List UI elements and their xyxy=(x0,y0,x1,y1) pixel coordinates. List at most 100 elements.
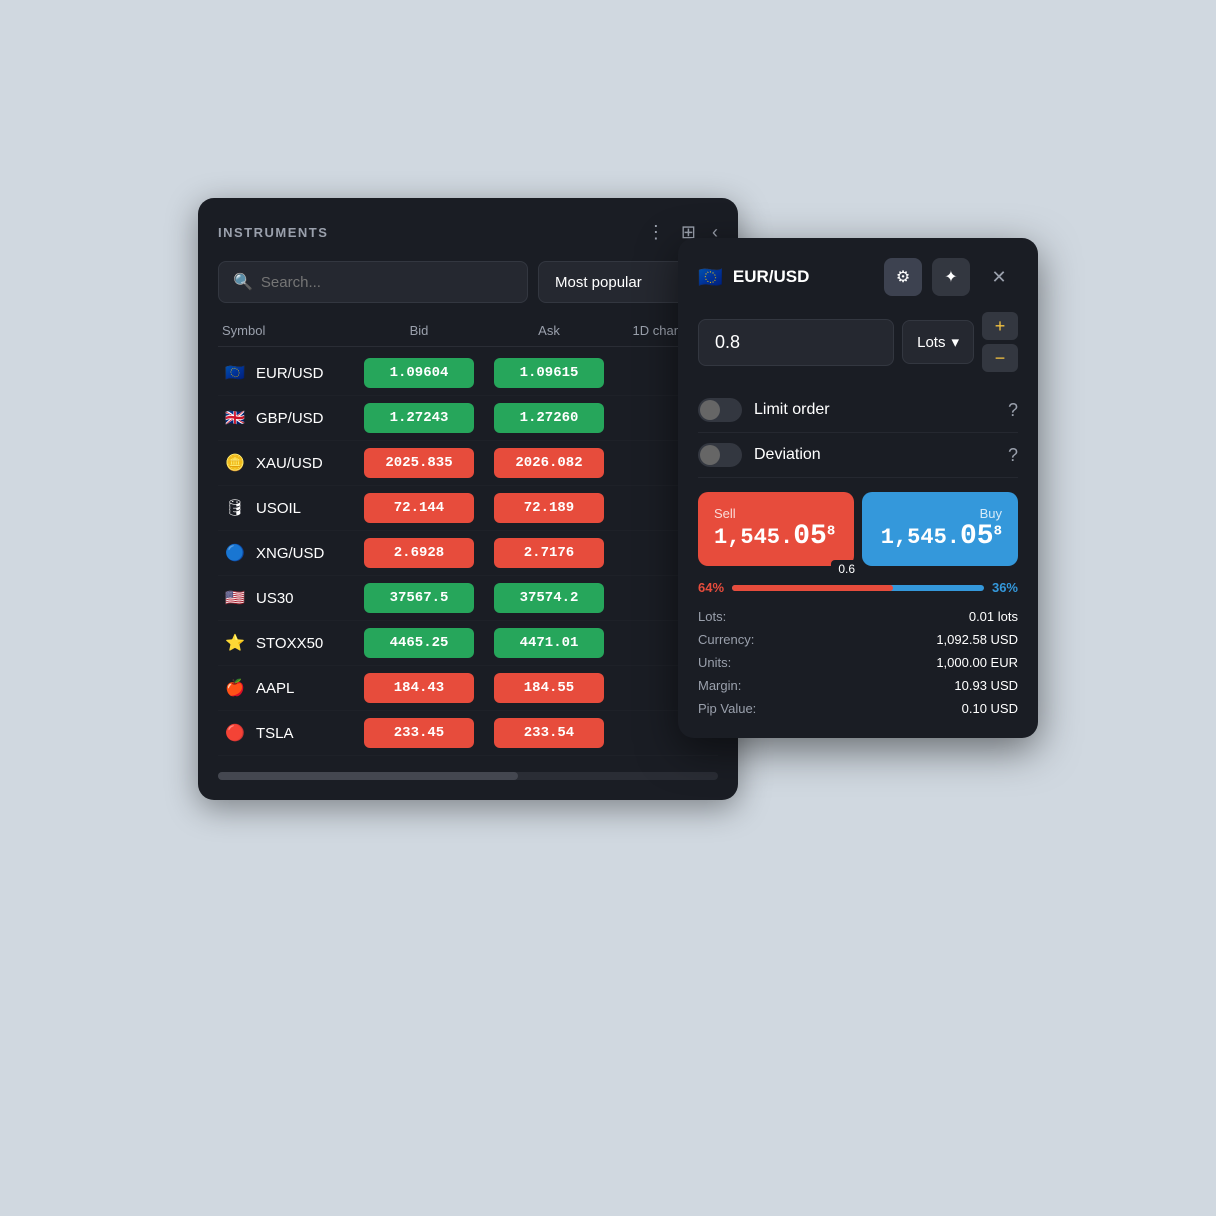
scrollbar-area[interactable] xyxy=(218,772,718,780)
bid-badge: 184.43 xyxy=(364,673,474,703)
instrument-row[interactable]: 🇬🇧 GBP/USD 1.27243 1.27260 xyxy=(218,396,718,441)
flag-icon: 🇬🇧 xyxy=(222,405,248,431)
spread-bar-inner xyxy=(732,585,893,591)
filter-btn[interactable]: ⚙ xyxy=(884,258,922,296)
bid-cell: 72.144 xyxy=(354,493,484,523)
flag-icon: 🇺🇸 xyxy=(222,585,248,611)
instruments-panel: INSTRUMENTS ⋮ ⊞ ‹ 🔍 Most popular ▾ Symbo… xyxy=(198,198,738,800)
bid-cell: 233.45 xyxy=(354,718,484,748)
flag-icon: 🔵 xyxy=(222,540,248,566)
instrument-name: 🔵 XNG/USD xyxy=(222,540,354,566)
flag-icon: 🪙 xyxy=(222,450,248,476)
limit-order-row: Limit order ? xyxy=(698,388,1018,433)
ask-badge: 72.189 xyxy=(494,493,604,523)
spread-sell-pct: 64% xyxy=(698,580,724,595)
price-tooltip: 0.6 xyxy=(831,560,862,578)
instrument-row[interactable]: ⭐ STOXX50 4465.25 4471.01 xyxy=(218,621,718,666)
lots-selector[interactable]: Lots ▾ xyxy=(902,320,974,364)
close-icon: ✕ xyxy=(991,267,1006,288)
ask-cell: 37574.2 xyxy=(484,583,614,613)
bid-cell: 2025.835 xyxy=(354,448,484,478)
pip-info-value: 0.10 USD xyxy=(858,699,1018,718)
flag-icon: 🍎 xyxy=(222,675,248,701)
minus-btn[interactable]: − xyxy=(982,344,1018,372)
ask-badge: 4471.01 xyxy=(494,628,604,658)
ask-badge: 1.09615 xyxy=(494,358,604,388)
flag-icon: ⭐ xyxy=(222,630,248,656)
ask-cell: 2.7176 xyxy=(484,538,614,568)
margin-info-value: 10.93 USD xyxy=(858,676,1018,695)
bid-badge: 37567.5 xyxy=(364,583,474,613)
ask-cell: 72.189 xyxy=(484,493,614,523)
search-input[interactable] xyxy=(261,274,513,291)
ask-cell: 1.09615 xyxy=(484,358,614,388)
amount-input[interactable]: 0.8 xyxy=(698,319,894,366)
bid-cell: 4465.25 xyxy=(354,628,484,658)
search-filter-row: 🔍 Most popular ▾ xyxy=(218,261,718,303)
deviation-toggle[interactable] xyxy=(698,443,742,467)
close-btn[interactable]: ✕ xyxy=(980,258,1018,296)
instrument-row[interactable]: 🇪🇺 EUR/USD 1.09604 1.09615 xyxy=(218,351,718,396)
instrument-symbol: US30 xyxy=(256,590,294,607)
col-bid: Bid xyxy=(354,323,484,338)
instrument-name: 🔴 TSLA xyxy=(222,720,354,746)
filter-icon: ⚙ xyxy=(896,267,910,287)
ask-badge: 1.27260 xyxy=(494,403,604,433)
bid-badge: 1.09604 xyxy=(364,358,474,388)
trade-instrument-name: EUR/USD xyxy=(733,267,874,287)
instrument-symbol: AAPL xyxy=(256,680,294,697)
sparkle-icon: ✦ xyxy=(944,267,957,287)
spread-bar-row: 64% 36% xyxy=(698,580,1018,595)
table-header: Symbol Bid Ask 1D change xyxy=(218,323,718,347)
ask-badge: 2026.082 xyxy=(494,448,604,478)
search-box[interactable]: 🔍 xyxy=(218,261,528,303)
instrument-row[interactable]: 🇺🇸 US30 37567.5 37574.2 xyxy=(218,576,718,621)
ask-cell: 4471.01 xyxy=(484,628,614,658)
instrument-row[interactable]: 🔴 TSLA 233.45 233.54 xyxy=(218,711,718,756)
bid-badge: 233.45 xyxy=(364,718,474,748)
bid-badge: 2.6928 xyxy=(364,538,474,568)
sparkle-btn[interactable]: ✦ xyxy=(932,258,970,296)
instruments-header: INSTRUMENTS ⋮ ⊞ ‹ xyxy=(218,222,718,243)
instrument-row[interactable]: 🪙 XAU/USD 2025.835 2026.082 xyxy=(218,441,718,486)
scrollbar-thumb xyxy=(218,772,518,780)
units-info-value: 1,000.00 EUR xyxy=(858,653,1018,672)
limit-order-help-icon[interactable]: ? xyxy=(1008,400,1018,421)
instrument-row[interactable]: 🔵 XNG/USD 2.6928 2.7176 xyxy=(218,531,718,576)
instrument-name: 🇬🇧 GBP/USD xyxy=(222,405,354,431)
bid-cell: 184.43 xyxy=(354,673,484,703)
instrument-name: 🇪🇺 EUR/USD xyxy=(222,360,354,386)
instrument-name: 🪙 XAU/USD xyxy=(222,450,354,476)
instrument-name: ⭐ STOXX50 xyxy=(222,630,354,656)
deviation-help-icon[interactable]: ? xyxy=(1008,445,1018,466)
instruments-title: INSTRUMENTS xyxy=(218,225,328,240)
limit-order-toggle[interactable] xyxy=(698,398,742,422)
plus-btn[interactable]: + xyxy=(982,312,1018,340)
toggle-knob-2 xyxy=(700,445,720,465)
buy-button[interactable]: Buy 1,545.058 xyxy=(862,492,1018,566)
buy-price: 1,545.058 xyxy=(878,521,1002,552)
bid-cell: 2.6928 xyxy=(354,538,484,568)
instrument-row[interactable]: 🍎 AAPL 184.43 184.55 xyxy=(218,666,718,711)
trade-panel: 🇪🇺 EUR/USD ⚙ ✦ ✕ 0.8 Lots ▾ + xyxy=(678,238,1038,738)
flag-icon: 🇪🇺 xyxy=(222,360,248,386)
instrument-row[interactable]: 🛢 USOIL 72.144 72.189 xyxy=(218,486,718,531)
currency-info-label: Currency: xyxy=(698,630,858,649)
bid-badge: 72.144 xyxy=(364,493,474,523)
ask-cell: 184.55 xyxy=(484,673,614,703)
ask-badge: 233.54 xyxy=(494,718,604,748)
sell-button[interactable]: Sell 1,545.058 0.6 xyxy=(698,492,854,566)
more-vert-icon[interactable]: ⋮ xyxy=(647,222,665,243)
instrument-name: 🛢 USOIL xyxy=(222,495,354,521)
currency-info-value: 1,092.58 USD xyxy=(858,630,1018,649)
sell-label: Sell xyxy=(714,506,838,521)
margin-info-label: Margin: xyxy=(698,676,858,695)
amount-row: 0.8 Lots ▾ + − xyxy=(698,312,1018,372)
sell-price: 1,545.058 xyxy=(714,521,838,552)
col-symbol: Symbol xyxy=(222,323,354,338)
bid-badge: 4465.25 xyxy=(364,628,474,658)
bid-cell: 1.27243 xyxy=(354,403,484,433)
spread-bar xyxy=(732,585,984,591)
instrument-name: 🍎 AAPL xyxy=(222,675,354,701)
filter-label: Most popular xyxy=(555,274,687,291)
